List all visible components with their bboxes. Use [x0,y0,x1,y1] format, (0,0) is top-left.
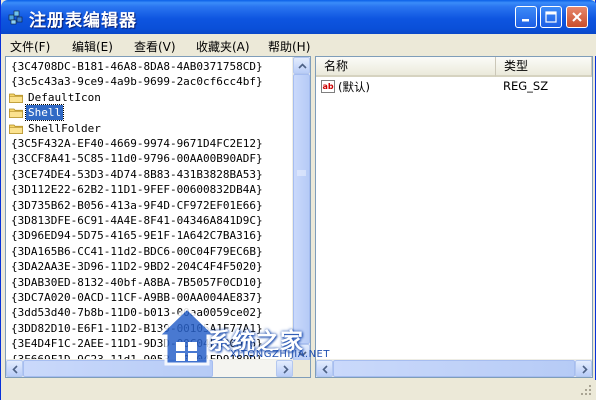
tree-key-item[interactable]: {3D112E22-62B2-11D1-9FEF-00600832DB4A} [6,182,294,197]
chevron-up-icon [298,63,307,69]
window-title: 注册表编辑器 [29,11,137,31]
grip-icon [297,170,306,176]
column-header-type[interactable]: 类型 [496,57,592,77]
tree-item-label: {3DA165B6-CC41-11d2-BDC6-00C04F79EC6B} [11,244,263,258]
scroll-left-button[interactable] [6,360,23,377]
tree-item-label: {3CCF8A41-5C85-11d0-9796-00AA00B90ADF} [11,152,263,166]
registry-editor-icon [8,10,23,25]
open-folder-icon [9,108,23,119]
values-scroll-right-button[interactable] [575,360,592,377]
tree-key-item[interactable]: {3E4D4F1C-2AEE-11D1-9D3D-00C04FC30DF6} [6,336,294,351]
chevron-left-icon [322,365,328,374]
values-pane[interactable]: 名称 类型 ab (默认) REG_SZ [315,56,593,378]
chevron-down-icon [298,351,307,357]
values-horizontal-scrollbar[interactable] [316,359,592,377]
tree-item-label: DefaultIcon [28,90,101,104]
tree-item-label: {3dd53d40-7b8b-11D0-b013-00aa0059ce02} [11,306,263,320]
tree-key-item[interactable]: {3DD82D10-E6F1-11D2-B139-00105A1F77A1} [6,321,294,336]
maximize-button[interactable] [540,6,562,28]
tree-item-label: ShellFolder [28,121,101,135]
scroll-up-button[interactable] [293,57,310,74]
maximize-icon [545,11,557,23]
tree-folder-item[interactable]: Shell [6,104,294,122]
tree-item-label: {3E4D4F1C-2AEE-11D1-9D3D-00C04FC30DF6} [11,337,263,351]
tree-key-item[interactable]: {3CE74DE4-53D3-4D74-8B83-431B3828BA53} [6,167,294,182]
tree-key-item[interactable]: {3D813DFE-6C91-4A4E-8F41-04346A841D9C} [6,213,294,228]
tree-item-label: {3D735B62-B056-413a-9F4D-CF972EF01E66} [11,198,263,212]
chevron-right-icon [582,365,588,374]
tree-item-label: {3c5c43a3-9ce9-4a9b-9699-2ac0cf6cc4bf} [11,75,263,89]
tree-key-item[interactable]: {3DAB30ED-8132-40bf-A8BA-7B5057F0CD10} [6,275,294,290]
tree-key-item[interactable]: {3c5c43a3-9ce9-4a9b-9699-2ac0cf6cc4bf} [6,74,294,89]
tree-key-item[interactable]: {3C4708DC-B181-46A8-8DA8-4AB0371758CD} [6,59,294,74]
window-bottom-border [1,380,596,400]
folder-icon [9,124,23,134]
close-icon [572,12,582,22]
tree-hscroll-thumb[interactable] [23,360,213,377]
tree-item-label: {3C5F432A-EF40-4669-9974-9671D4FC2E12} [11,137,263,150]
menu-edit[interactable]: 编辑(E) [72,38,113,55]
close-button[interactable] [566,6,588,28]
value-type: REG_SZ [503,79,549,93]
menu-file[interactable]: 文件(F) [10,38,50,55]
tree-key-item[interactable]: {3DC7A020-0ACD-11CF-A9BB-00AA004AE837} [6,290,294,305]
tree-item-label: {3DD82D10-E6F1-11D2-B139-00105A1F77A1} [11,321,263,335]
scroll-right-button[interactable] [276,360,293,377]
tree-item-label: {3D813DFE-6C91-4A4E-8F41-04346A841D9C} [11,214,263,227]
resize-grip-icon[interactable] [580,384,592,396]
tree-vertical-scrollbar[interactable] [292,57,310,361]
tree-horizontal-scrollbar[interactable] [6,359,293,377]
tree-key-item[interactable]: {3dd53d40-7b8b-11D0-b013-00aa0059ce02} [6,305,294,320]
tree-folder-item[interactable]: ShellFolder [6,121,294,136]
folder-icon [9,93,23,103]
tree-item-label: {3DC7A020-0ACD-11CF-A9BB-00AA004AE837} [11,291,263,304]
key-tree-pane[interactable]: {3C4708DC-B181-46A8-8DA8-4AB0371758CD} {3… [5,56,311,378]
value-name: (默认) [338,80,370,94]
tree-folder-item[interactable]: DefaultIcon [6,90,294,105]
tree-key-item[interactable]: {3DA2AA3E-3D96-11D2-9BD2-204C4F4F5020} [6,259,294,274]
chevron-right-icon [283,365,289,374]
tree-item-label: Shell [24,104,65,122]
column-header-name[interactable]: 名称 [316,57,496,77]
registry-editor-window: 注册表编辑器 文件(F) 编辑(E) 查看(V) 收藏夹(A) 帮助(H) {3… [0,0,596,400]
scroll-down-button[interactable] [293,344,310,361]
scroll-corner [293,360,310,377]
tree-key-item[interactable]: {3C5F432A-EF40-4669-9974-9671D4FC2E12} [6,136,294,151]
minimize-icon [522,19,529,22]
menu-favorites[interactable]: 收藏夹(A) [196,38,250,55]
menu-bar: 文件(F) 编辑(E) 查看(V) 收藏夹(A) 帮助(H) [1,34,596,56]
values-hscroll-thumb[interactable] [333,360,575,377]
tree-item-label: {3DA2AA3E-3D96-11D2-9BD2-204C4F4F5020} [11,260,263,274]
tree-key-item[interactable]: {3DA165B6-CC41-11d2-BDC6-00C04F79EC6B} [6,244,294,259]
tree-item-label: {3D112E22-62B2-11D1-9FEF-00600832DB4A} [11,183,263,197]
value-row[interactable]: ab (默认) REG_SZ [316,79,592,95]
tree-key-item[interactable]: {3CCF8A41-5C85-11d0-9796-00AA00B90ADF} [6,151,294,166]
menu-help[interactable]: 帮助(H) [268,38,310,55]
tree-item-label: {3DAB30ED-8132-40bf-A8BA-7B5057F0CD10} [11,275,263,289]
string-value-icon: ab [321,80,335,93]
title-bar[interactable]: 注册表编辑器 [1,0,596,34]
menu-view[interactable]: 查看(V) [134,38,176,55]
tree-key-item[interactable]: {3D96ED94-5D75-4165-9E1F-1A642C7BA316} [6,228,294,243]
tree-item-label: {3CE74DE4-53D3-4D74-8B83-431B3828BA53} [11,167,263,181]
key-tree[interactable]: {3C4708DC-B181-46A8-8DA8-4AB0371758CD} {3… [6,57,294,361]
tree-scroll-thumb[interactable] [293,74,310,344]
values-scroll-left-button[interactable] [316,360,333,377]
minimize-button[interactable] [515,6,537,28]
tree-key-item[interactable]: {3D735B62-B056-413a-9F4D-CF972EF01E66} [6,198,294,213]
tree-item-label: {3C4708DC-B181-46A8-8DA8-4AB0371758CD} [11,60,263,73]
chevron-left-icon [12,365,18,374]
tree-item-label: {3D96ED94-5D75-4165-9E1F-1A642C7BA316} [11,229,263,243]
